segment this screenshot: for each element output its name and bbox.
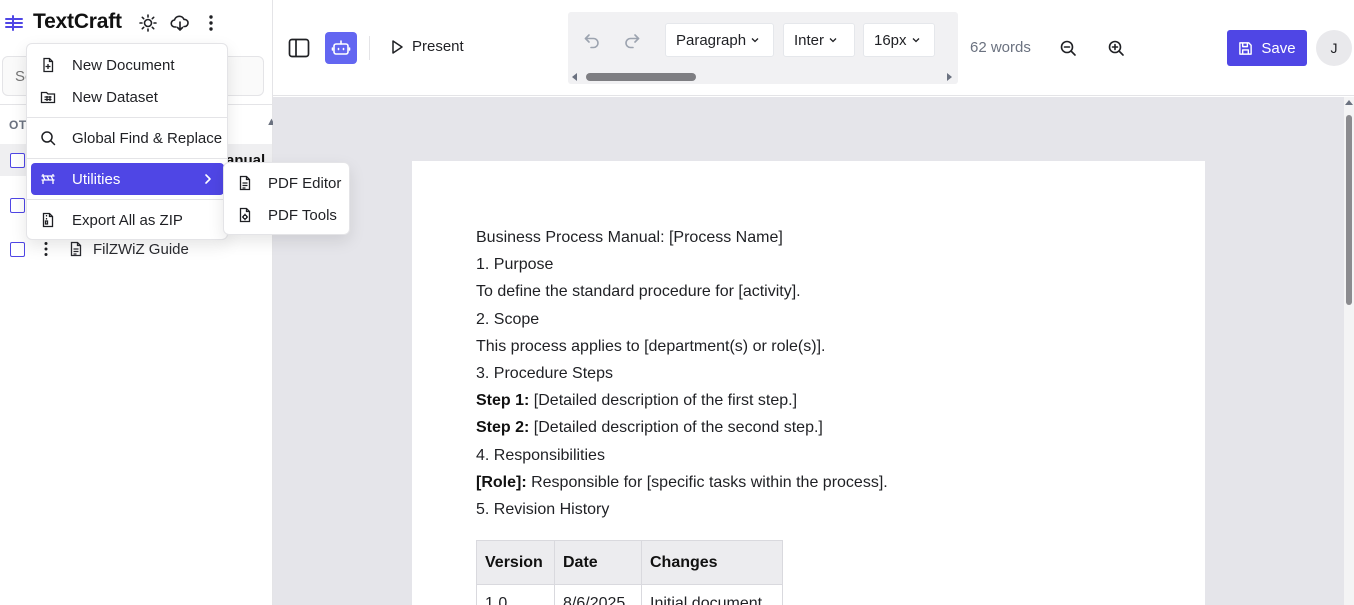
font-family-value: Inter bbox=[794, 31, 825, 49]
file-zip-icon bbox=[42, 212, 54, 228]
divider bbox=[27, 158, 227, 159]
theme-toggle-icon[interactable] bbox=[137, 12, 159, 34]
tree-item-label: FilZWiZ Guide bbox=[93, 241, 189, 258]
doc-paragraph[interactable]: [Role]: Responsible for [specific tasks … bbox=[476, 474, 888, 492]
document-page[interactable] bbox=[412, 161, 1205, 605]
doc-heading[interactable]: 2. Scope bbox=[476, 311, 539, 329]
doc-title[interactable]: Business Process Manual: [Process Name] bbox=[476, 229, 783, 247]
item-checkbox[interactable] bbox=[10, 242, 25, 257]
scroll-up-icon[interactable] bbox=[1345, 99, 1353, 107]
table-header-cell[interactable]: Changes bbox=[641, 540, 783, 585]
doc-paragraph[interactable]: Step 2: [Detailed description of the sec… bbox=[476, 419, 823, 437]
divider bbox=[369, 36, 370, 60]
file-settings-icon bbox=[239, 207, 251, 223]
item-checkbox[interactable] bbox=[10, 198, 25, 213]
divider bbox=[27, 117, 227, 118]
scroll-left-icon[interactable] bbox=[572, 73, 578, 81]
menu-item-pdf-editor[interactable]: PDF Editor bbox=[228, 167, 347, 199]
menu-item-label: New Dataset bbox=[72, 89, 158, 106]
save-label: Save bbox=[1261, 39, 1296, 57]
doc-heading[interactable]: 4. Responsibilities bbox=[476, 447, 605, 465]
font-size-select[interactable]: 16px bbox=[863, 23, 935, 57]
table-header-row: Version Date Changes bbox=[476, 540, 783, 585]
toolbar-scrollbar[interactable] bbox=[568, 70, 958, 84]
doc-heading[interactable]: 5. Revision History bbox=[476, 501, 609, 519]
menu-item-new-dataset[interactable]: New Dataset bbox=[31, 81, 224, 113]
bot-icon bbox=[331, 40, 351, 55]
editor-toolbar: Present Paragraph Inter 16px 62 words Sa… bbox=[273, 0, 1354, 96]
doc-heading[interactable]: 3. Procedure Steps bbox=[476, 365, 613, 383]
font-family-select[interactable]: Inter bbox=[783, 23, 855, 57]
chevron-down-icon bbox=[751, 38, 759, 43]
chevron-down-icon bbox=[912, 38, 919, 43]
cloud-download-icon[interactable] bbox=[169, 12, 191, 34]
menu-item-pdf-tools[interactable]: PDF Tools bbox=[228, 199, 347, 231]
menu-item-label: Global Find & Replace bbox=[72, 130, 223, 147]
doc-paragraph[interactable]: Step 1: [Detailed description of the fir… bbox=[476, 392, 797, 410]
block-type-select[interactable]: Paragraph bbox=[665, 23, 774, 57]
file-plus-icon bbox=[43, 57, 54, 73]
scroll-right-icon[interactable] bbox=[946, 73, 952, 81]
font-size-value: 16px bbox=[874, 31, 907, 49]
table-header-cell[interactable]: Date bbox=[554, 540, 642, 585]
chevron-down-icon bbox=[829, 38, 837, 43]
word-count: 62 words bbox=[970, 39, 1031, 56]
menu-item-label: PDF Tools bbox=[268, 207, 337, 224]
scrollbar-thumb[interactable] bbox=[586, 73, 696, 81]
table-header-cell[interactable]: Version bbox=[476, 540, 555, 585]
revision-history-table[interactable]: Version Date Changes 1.0 8/6/2025 Initia… bbox=[476, 540, 783, 605]
brand-row: TextCraft bbox=[0, 0, 272, 46]
folder-table-icon bbox=[40, 91, 56, 104]
doc-heading[interactable]: 1. Purpose bbox=[476, 256, 553, 274]
scrollbar-thumb[interactable] bbox=[1346, 115, 1352, 305]
app-title: TextCraft bbox=[33, 10, 122, 33]
app-menu: New Document New Dataset Global Find & R… bbox=[26, 43, 228, 240]
more-vertical-icon[interactable] bbox=[40, 240, 52, 258]
textcraft-logo-icon bbox=[5, 15, 23, 31]
present-label: Present bbox=[412, 38, 464, 55]
doc-paragraph[interactable]: This process applies to [department(s) o… bbox=[476, 338, 825, 356]
menu-item-export-zip[interactable]: Export All as ZIP bbox=[31, 204, 224, 236]
format-toolbar: Paragraph Inter 16px bbox=[568, 12, 958, 84]
menu-item-label: PDF Editor bbox=[268, 175, 342, 192]
redo-icon[interactable] bbox=[622, 30, 642, 50]
menu-item-global-find-replace[interactable]: Global Find & Replace bbox=[31, 122, 224, 154]
table-cell[interactable]: Initial document bbox=[641, 584, 783, 605]
section-label: OT bbox=[9, 118, 27, 132]
table-cell[interactable]: 1.0 bbox=[476, 584, 555, 605]
menu-item-utilities[interactable]: Utilities bbox=[31, 163, 224, 195]
tools-icon bbox=[41, 174, 55, 184]
play-icon bbox=[392, 39, 403, 54]
table-row: 1.0 8/6/2025 Initial document bbox=[476, 584, 783, 605]
file-text-icon bbox=[239, 175, 251, 191]
avatar[interactable]: J bbox=[1316, 30, 1352, 66]
item-checkbox[interactable] bbox=[10, 153, 25, 168]
block-type-value: Paragraph bbox=[676, 31, 747, 49]
table-cell[interactable]: 8/6/2025 bbox=[554, 584, 642, 605]
menu-item-label: Export All as ZIP bbox=[72, 212, 183, 229]
zoom-out-icon[interactable] bbox=[1058, 38, 1078, 58]
editor-scrollbar[interactable] bbox=[1344, 97, 1354, 605]
save-icon bbox=[1239, 41, 1253, 55]
undo-icon[interactable] bbox=[582, 30, 602, 50]
more-vertical-icon[interactable] bbox=[200, 12, 222, 34]
save-button[interactable]: Save bbox=[1227, 30, 1307, 66]
menu-item-label: New Document bbox=[72, 57, 175, 74]
menu-item-new-document[interactable]: New Document bbox=[31, 49, 224, 81]
chevron-right-icon bbox=[205, 174, 211, 184]
divider bbox=[27, 199, 227, 200]
menu-item-label: Utilities bbox=[72, 171, 121, 188]
search-icon bbox=[41, 131, 56, 146]
present-button[interactable]: Present bbox=[390, 38, 464, 55]
doc-paragraph[interactable]: To define the standard procedure for [ac… bbox=[476, 283, 801, 301]
document-icon bbox=[70, 241, 82, 257]
zoom-in-icon[interactable] bbox=[1106, 38, 1126, 58]
sidebar-toggle-icon[interactable] bbox=[287, 37, 311, 59]
utilities-submenu: PDF Editor PDF Tools bbox=[223, 162, 350, 235]
ai-assistant-button[interactable] bbox=[325, 32, 357, 64]
